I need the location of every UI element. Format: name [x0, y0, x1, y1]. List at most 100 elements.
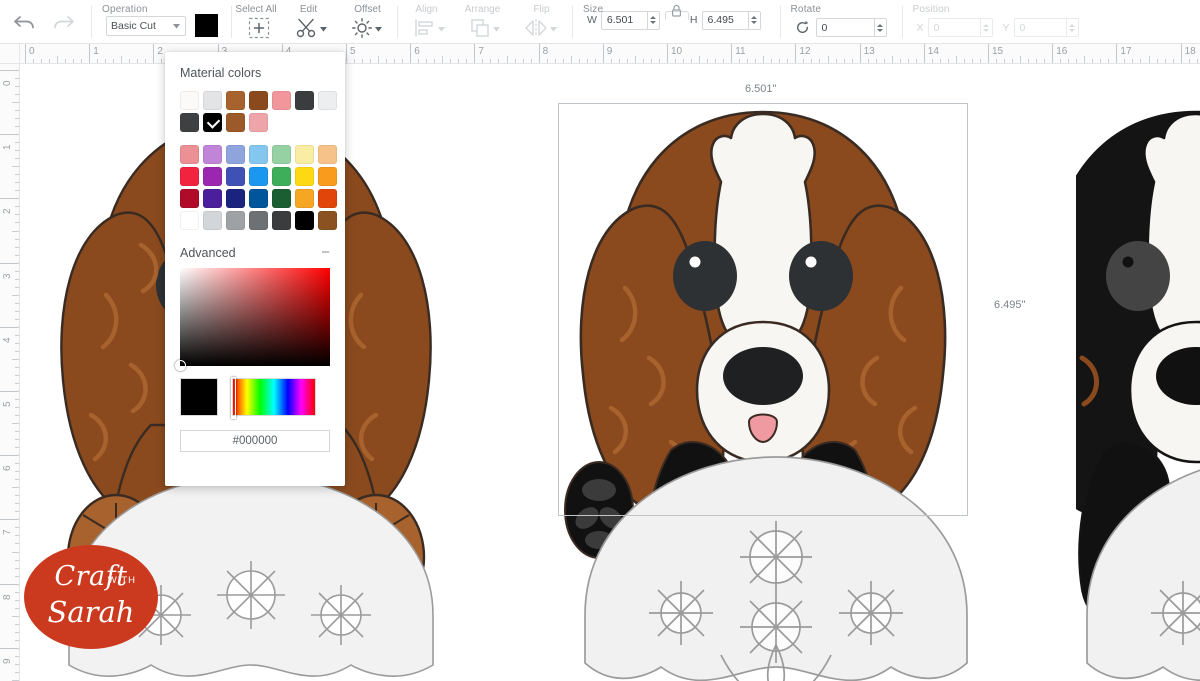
color-swatch[interactable]	[203, 189, 222, 208]
material-color-swatch-grid[interactable]	[180, 91, 330, 230]
color-swatch[interactable]	[203, 167, 222, 186]
color-swatch[interactable]	[226, 113, 245, 132]
craft-with-sarah-watermark: Craft WITH Sarah	[24, 545, 158, 649]
right-dog-lace-skirt[interactable]	[1081, 445, 1200, 681]
color-swatch[interactable]	[295, 189, 314, 208]
width-input[interactable]: 6.501	[601, 11, 647, 30]
arrange-button[interactable]: Arrange	[455, 0, 510, 44]
rotate-stepper[interactable]	[874, 18, 887, 37]
hex-color-input[interactable]: #000000	[180, 430, 330, 452]
select-all-label: Select All	[235, 4, 276, 15]
color-swatch[interactable]	[272, 91, 291, 110]
lock-aspect-ratio-icon	[671, 4, 682, 17]
hue-slider[interactable]	[232, 378, 316, 416]
color-swatch[interactable]	[249, 145, 268, 164]
ruler-subtick	[386, 59, 387, 63]
ruler-subtick	[354, 59, 355, 63]
color-swatch[interactable]	[180, 145, 199, 164]
align-button[interactable]: Align	[398, 0, 455, 44]
top-toolbar: Operation Basic Cut Select All Edit	[0, 0, 1200, 44]
undo-button[interactable]	[6, 5, 44, 39]
size-group: Size W 6.501 H 6.495	[573, 0, 781, 44]
color-swatch[interactable]	[318, 167, 337, 186]
color-swatch[interactable]	[203, 145, 222, 164]
position-y-input[interactable]: 0	[1014, 18, 1066, 37]
color-swatch[interactable]	[272, 189, 291, 208]
color-swatch[interactable]	[295, 211, 314, 230]
color-swatch[interactable]	[295, 145, 314, 164]
color-swatch[interactable]	[318, 91, 337, 110]
ruler-number: 8	[2, 594, 13, 600]
redo-button[interactable]	[44, 5, 82, 39]
ruler-subtick	[15, 463, 19, 464]
center-dog-lace-skirt[interactable]	[561, 445, 991, 681]
color-swatch[interactable]	[226, 211, 245, 230]
operation-color-swatch-button[interactable]	[195, 14, 218, 37]
material-colors-popover[interactable]: Material colors Advanced − #000000	[165, 52, 345, 486]
ruler-tick	[153, 44, 154, 63]
color-swatch[interactable]	[249, 113, 268, 132]
flip-button[interactable]: Flip	[510, 0, 573, 44]
color-swatch[interactable]	[295, 167, 314, 186]
ruler-subtick	[771, 59, 772, 63]
ruler-subtick	[15, 86, 19, 87]
color-swatch[interactable]	[226, 145, 245, 164]
color-swatch[interactable]	[295, 91, 314, 110]
minus-icon[interactable]: −	[321, 249, 330, 257]
color-swatch[interactable]	[318, 145, 337, 164]
color-swatch[interactable]	[318, 189, 337, 208]
color-swatch[interactable]	[226, 91, 245, 110]
color-swatch[interactable]	[180, 167, 199, 186]
ruler-number: 9	[2, 658, 13, 664]
color-swatch[interactable]	[249, 167, 268, 186]
color-swatch[interactable]	[180, 91, 199, 110]
saturation-value-picker[interactable]	[180, 268, 330, 366]
advanced-section-header[interactable]: Advanced −	[180, 246, 330, 260]
color-swatch[interactable]	[249, 211, 268, 230]
ruler-subtick	[15, 239, 19, 240]
select-all-button[interactable]: Select All	[232, 0, 280, 44]
height-stepper[interactable]	[748, 11, 761, 30]
width-label: W	[587, 14, 597, 26]
color-swatch[interactable]	[272, 145, 291, 164]
position-y-stepper[interactable]	[1066, 18, 1079, 37]
ruler-subtick	[15, 311, 19, 312]
color-swatch[interactable]	[180, 211, 199, 230]
color-swatch[interactable]	[249, 91, 268, 110]
edit-button[interactable]: Edit	[280, 0, 337, 44]
color-swatch[interactable]	[249, 189, 268, 208]
ruler-subtick	[15, 150, 19, 151]
color-swatch[interactable]	[226, 189, 245, 208]
lock-aspect-ratio-button[interactable]	[664, 3, 690, 37]
operation-select[interactable]: Basic Cut	[106, 16, 186, 36]
ruler-tick	[795, 44, 796, 63]
ruler-subtick	[15, 206, 19, 207]
vertical-ruler[interactable]: 0123456789	[0, 44, 20, 681]
offset-button[interactable]: Offset	[337, 0, 398, 44]
ruler-subtick	[1044, 59, 1045, 63]
ruler-subtick	[15, 640, 19, 641]
ruler-subtick	[15, 471, 19, 472]
position-x-input[interactable]: 0	[928, 18, 980, 37]
width-stepper[interactable]	[647, 11, 660, 30]
rotate-input[interactable]: 0	[816, 18, 874, 37]
position-x-stepper[interactable]	[980, 18, 993, 37]
color-swatch[interactable]	[203, 211, 222, 230]
ruler-subtick	[15, 535, 19, 536]
ruler-subtick	[1020, 56, 1021, 63]
color-swatch[interactable]	[180, 189, 199, 208]
color-swatch[interactable]	[272, 167, 291, 186]
color-swatch[interactable]	[272, 211, 291, 230]
color-swatch[interactable]	[203, 113, 222, 132]
saturation-value-cursor[interactable]	[175, 360, 186, 371]
hue-slider-cursor[interactable]	[231, 377, 236, 419]
ruler-number: 0	[29, 46, 35, 57]
chevron-down-icon	[173, 20, 180, 32]
height-input[interactable]: 6.495	[702, 11, 748, 30]
ruler-subtick	[611, 59, 612, 63]
color-swatch[interactable]	[226, 167, 245, 186]
color-swatch[interactable]	[203, 91, 222, 110]
color-swatch[interactable]	[180, 113, 199, 132]
color-swatch[interactable]	[318, 211, 337, 230]
ruler-subtick	[15, 383, 19, 384]
